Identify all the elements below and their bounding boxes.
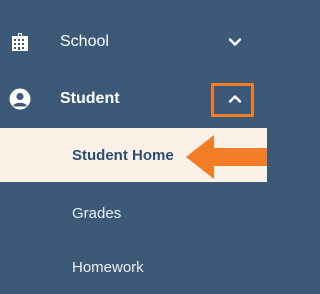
nav-item-school-label: School (60, 33, 109, 50)
user-circle-icon (9, 88, 31, 110)
chevron-down-icon[interactable] (227, 34, 243, 50)
building-icon (12, 33, 28, 51)
sidebar-menu: School Student Student Home Grades Homew… (0, 0, 267, 278)
highlight-box (211, 83, 254, 117)
nav-item-school[interactable]: School (0, 15, 267, 69)
submenu-item-label: Homework (72, 258, 144, 276)
submenu-item-homework[interactable]: Homework (0, 240, 267, 294)
submenu-item-grades[interactable]: Grades (0, 186, 267, 240)
submenu-item-label: Student Home (72, 146, 174, 164)
nav-item-student-label: Student (60, 90, 120, 107)
arrow-left-icon (186, 135, 267, 179)
submenu-item-label: Grades (72, 204, 122, 222)
